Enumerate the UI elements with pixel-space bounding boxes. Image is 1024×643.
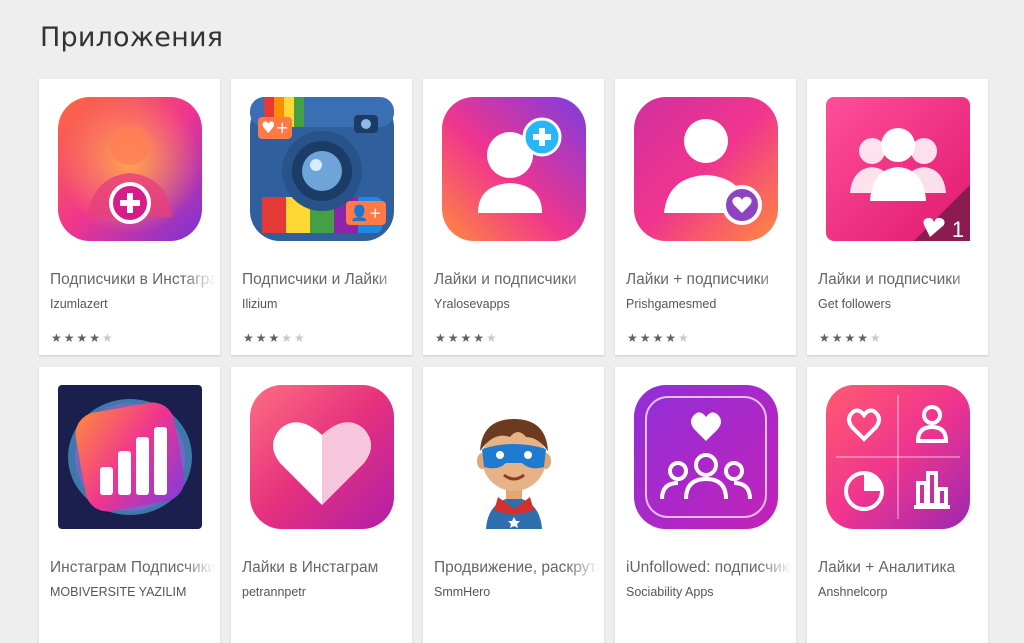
app-developer[interactable]: Get followers <box>818 297 984 311</box>
apps-grid: Подписчики в Инстаграм Izumlazert ★★★★★ <box>39 79 988 643</box>
app-title[interactable]: Лайки и подписчики <box>818 271 984 289</box>
app-title[interactable]: iUnfollowed: подписчики <box>626 559 792 577</box>
section-title: Приложения <box>40 22 224 53</box>
app-title[interactable]: Лайки и подписчики <box>434 271 600 289</box>
followers-heart-icon <box>634 385 778 529</box>
app-card[interactable]: Лайки и подписчики Yralosevapps ★★★★★ <box>423 79 604 355</box>
camera-icon: ♥+ 👤+ <box>250 97 394 241</box>
app-card[interactable]: Инстаграм Подписчики MOBIVERSITE YAZILIM <box>39 367 220 643</box>
app-developer[interactable]: Ilizium <box>242 297 408 311</box>
app-card[interactable]: 1 Лайки и подписчики Get followers ★★★★★ <box>807 79 988 355</box>
user-heart-icon <box>634 97 778 241</box>
svg-text:1: 1 <box>952 217 964 241</box>
app-title[interactable]: Лайки + Аналитика <box>818 559 984 577</box>
app-title[interactable]: Лайки в Инстаграм <box>242 559 408 577</box>
app-card[interactable]: Лайки + подписчики Prishgamesmed ★★★★★ <box>615 79 796 355</box>
app-title[interactable]: Продвижение, раскрутка <box>434 559 600 577</box>
app-developer[interactable]: petrannpetr <box>242 585 408 599</box>
person-plus-icon <box>58 97 202 241</box>
app-title[interactable]: Лайки + подписчики <box>626 271 792 289</box>
rating-stars: ★★★★★ <box>51 331 115 345</box>
rating-stars: ★★★★★ <box>243 331 307 345</box>
app-title[interactable]: Подписчики и Лайки <box>242 271 408 289</box>
rating-stars: ★★★★★ <box>435 331 499 345</box>
app-developer[interactable]: Anshnelcorp <box>818 585 984 599</box>
heart-icon <box>250 385 394 529</box>
app-developer[interactable]: MOBIVERSITE YAZILIM <box>50 585 216 599</box>
app-card[interactable]: iUnfollowed: подписчики Sociability Apps <box>615 367 796 643</box>
app-developer[interactable]: Prishgamesmed <box>626 297 792 311</box>
app-card[interactable]: Лайки в Инстаграм petrannpetr <box>231 367 412 643</box>
app-card[interactable]: Продвижение, раскрутка SmmHero <box>423 367 604 643</box>
app-developer[interactable]: Yralosevapps <box>434 297 600 311</box>
app-developer[interactable]: Sociability Apps <box>626 585 792 599</box>
superhero-icon <box>442 385 586 529</box>
app-title[interactable]: Подписчики в Инстаграм <box>50 271 216 289</box>
svg-text:👤+: 👤+ <box>350 204 381 222</box>
app-card[interactable]: Лайки + Аналитика Anshnelcorp <box>807 367 988 643</box>
group-likes-icon: 1 <box>826 97 970 241</box>
add-user-icon <box>442 97 586 241</box>
svg-text:♥+: ♥+ <box>261 118 289 137</box>
app-card[interactable]: ♥+ 👤+ Подписчики и Лайки Ilizium ★★★★★ <box>231 79 412 355</box>
rating-stars: ★★★★★ <box>819 331 883 345</box>
bar-chart-icon <box>58 385 202 529</box>
analytics-icon <box>826 385 970 529</box>
app-developer[interactable]: SmmHero <box>434 585 600 599</box>
app-developer[interactable]: Izumlazert <box>50 297 216 311</box>
rating-stars: ★★★★★ <box>627 331 691 345</box>
app-title[interactable]: Инстаграм Подписчики <box>50 559 216 577</box>
app-card[interactable]: Подписчики в Инстаграм Izumlazert ★★★★★ <box>39 79 220 355</box>
